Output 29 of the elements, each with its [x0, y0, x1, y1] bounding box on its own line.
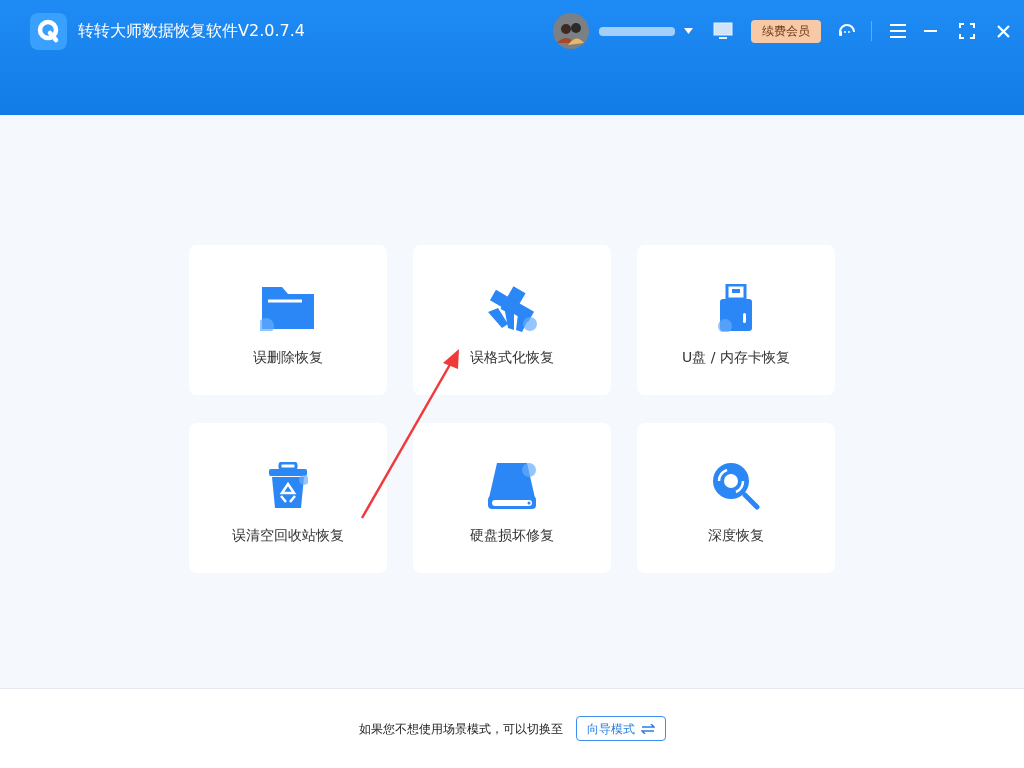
recycle-bin-icon [268, 462, 308, 510]
folder-icon [260, 285, 316, 331]
recovery-option-card[interactable]: U盘 / 内存卡恢复 [637, 245, 835, 395]
card-label: 误清空回收站恢复 [232, 526, 344, 545]
window-title: 转转大师数据恢复软件V2.0.7.4 [78, 20, 305, 42]
recovery-option-card[interactable]: 误清空回收站恢复 [189, 423, 387, 573]
vip-renew-button[interactable]: 续费会员 [751, 19, 821, 43]
recovery-option-card[interactable]: 深度恢复 [637, 423, 835, 573]
recovery-option-card[interactable]: 误删除恢复 [189, 245, 387, 395]
monitor-icon[interactable] [713, 22, 733, 40]
recovery-option-card[interactable]: 硬盘损坏修复 [413, 423, 611, 573]
magnifier-disc-icon [712, 462, 760, 510]
hard-drive-icon [487, 462, 537, 510]
app-logo-icon [30, 12, 67, 50]
guide-mode-button[interactable]: 向导模式 [575, 716, 666, 741]
usb-drive-icon [718, 284, 754, 332]
card-label: 误格式化恢复 [470, 348, 554, 367]
avatar-icon[interactable] [553, 13, 589, 49]
maximize-icon[interactable] [959, 23, 975, 39]
recovery-option-card[interactable]: 误格式化恢复 [413, 245, 611, 395]
close-icon[interactable] [997, 24, 1010, 38]
mode-switch-hint: 如果您不想使用场景模式，可以切换至 [358, 720, 563, 738]
card-label: 误删除恢复 [253, 348, 323, 367]
caret-icon[interactable] [684, 28, 693, 34]
swap-arrows-icon [640, 723, 655, 734]
menu-icon[interactable] [890, 24, 906, 38]
card-label: 硬盘损坏修复 [470, 526, 554, 545]
card-label: U盘 / 内存卡恢复 [682, 348, 790, 367]
card-label: 深度恢复 [708, 526, 764, 545]
